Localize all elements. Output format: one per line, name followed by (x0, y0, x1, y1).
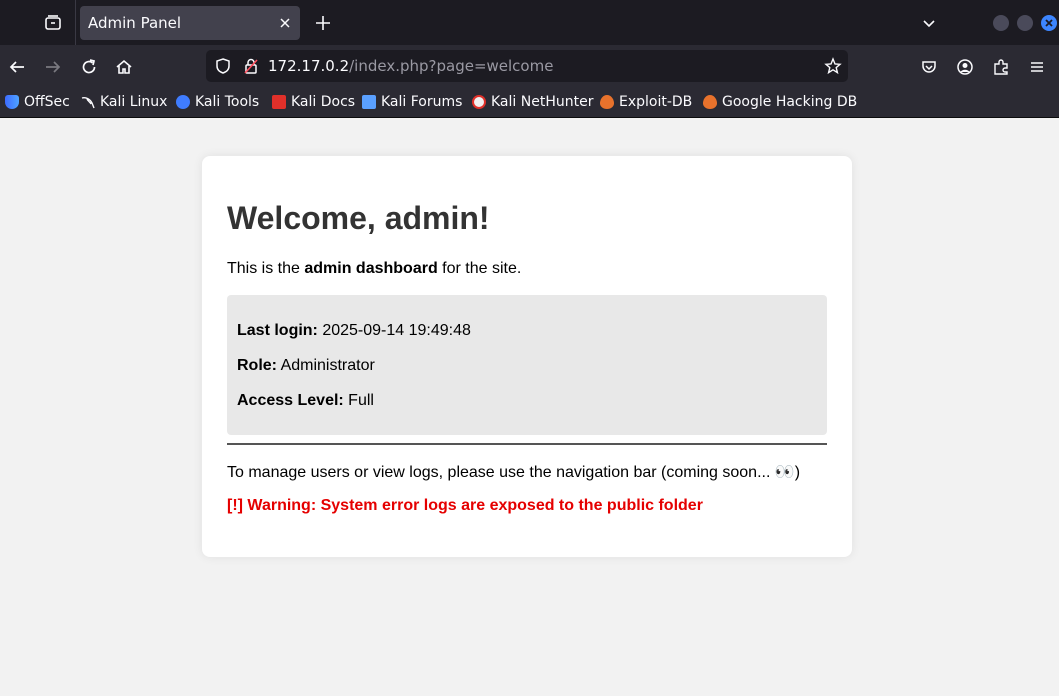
kali-forums-icon (362, 95, 376, 109)
arrow-left-icon (9, 61, 24, 73)
bookmark-kali-tools[interactable]: Kali Tools (176, 94, 259, 110)
tab-divider (75, 0, 76, 45)
hamburger-menu-icon (1031, 62, 1043, 72)
tab-bar: Admin Panel (0, 0, 1059, 45)
bookmark-kali-linux[interactable]: Kali Linux (81, 94, 167, 110)
bookmark-exploit-db[interactable]: Exploit-DB (600, 94, 692, 110)
url-bar[interactable]: 172.17.0.2/index.php?page=welcome (206, 50, 848, 82)
bookmark-label: Kali Linux (100, 94, 168, 110)
bookmark-label: Kali Docs (291, 94, 356, 110)
close-icon (280, 18, 290, 28)
warning-message: [!] Warning: System error logs are expos… (227, 497, 703, 514)
role-value: Administrator (277, 357, 375, 374)
ghdb-icon (703, 95, 717, 109)
plus-icon (316, 16, 330, 30)
intro-prefix: This is the (227, 260, 305, 277)
chevron-down-icon (923, 20, 935, 28)
minimize-button[interactable] (993, 15, 1009, 31)
access-level-value: Full (343, 392, 374, 409)
bookmark-label: Google Hacking DB (722, 94, 858, 110)
last-login-label: Last login: (237, 322, 318, 339)
bookmark-kali-nethunter[interactable]: Kali NetHunter (472, 94, 593, 110)
arrow-right-icon (46, 61, 61, 73)
window-close-button[interactable] (1041, 15, 1057, 31)
access-level-label: Access Level: (237, 392, 344, 409)
manage-instructions: To manage users or view logs, please use… (227, 464, 801, 481)
nethunter-icon (472, 95, 486, 109)
firefox-view-icon (45, 15, 61, 30)
account-button[interactable] (952, 54, 978, 80)
tab-admin-panel[interactable]: Admin Panel (80, 6, 300, 40)
last-login-value: 2025-09-14 19:49:48 (317, 322, 471, 339)
pocket-icon (922, 61, 936, 73)
extensions-button[interactable] (988, 54, 1014, 80)
intro-suffix: for the site. (437, 260, 522, 277)
role-row: Role: Administrator (237, 357, 375, 375)
bookmark-label: Kali Tools (195, 94, 260, 110)
reload-icon (82, 59, 96, 74)
site-info-button[interactable] (242, 57, 260, 80)
exploit-db-icon (600, 95, 614, 109)
bookmark-ghdb[interactable]: Google Hacking DB (703, 94, 857, 110)
kali-docs-icon (272, 95, 286, 109)
bookmark-star-button[interactable] (824, 57, 842, 80)
account-icon (957, 59, 973, 75)
bookmark-kali-forums[interactable]: Kali Forums (362, 94, 462, 110)
star-icon (824, 57, 842, 75)
kali-dragon-icon (81, 97, 95, 109)
page-title: Welcome, admin! (227, 200, 490, 236)
reload-button[interactable] (76, 54, 102, 80)
bookmark-label: OffSec (24, 94, 70, 110)
home-icon (116, 59, 132, 74)
url-host: 172.17.0.2 (268, 57, 350, 75)
bookmark-offsec[interactable]: OffSec (5, 94, 70, 110)
offsec-icon (5, 95, 19, 109)
app-menu-button[interactable] (1024, 54, 1050, 80)
kali-tools-icon (176, 95, 190, 109)
bookmarks-toolbar: OffSec Kali Linux Kali Tools Kali Docs K… (0, 88, 1059, 118)
close-icon (1045, 19, 1053, 27)
shield-icon (216, 58, 230, 74)
forward-button[interactable] (40, 54, 66, 80)
list-all-tabs-button[interactable] (918, 12, 940, 34)
insecure-lock-icon (244, 58, 258, 74)
url-text[interactable]: 172.17.0.2/index.php?page=welcome (268, 57, 553, 75)
url-path: /index.php?page=welcome (349, 57, 554, 75)
browser-chrome: Admin Panel 172.17.0.2/index.php?page=we… (0, 0, 1059, 118)
role-label: Role: (237, 357, 277, 374)
bookmark-label: Exploit-DB (619, 94, 693, 110)
puzzle-icon (994, 59, 1008, 75)
access-level-row: Access Level: Full (237, 392, 374, 410)
new-tab-button[interactable] (312, 12, 334, 34)
home-button[interactable] (111, 54, 137, 80)
welcome-card: Welcome, admin! This is the admin dashbo… (202, 156, 852, 557)
tab-close-button[interactable] (276, 14, 294, 32)
intro-text: This is the admin dashboard for the site… (227, 260, 521, 278)
intro-bold: admin dashboard (304, 260, 438, 277)
divider (227, 443, 827, 445)
bookmark-label: Kali Forums (381, 94, 463, 110)
tracking-protection-button[interactable] (214, 57, 232, 80)
tab-title: Admin Panel (88, 14, 182, 32)
bookmark-kali-docs[interactable]: Kali Docs (272, 94, 355, 110)
navigation-toolbar: 172.17.0.2/index.php?page=welcome (0, 45, 1059, 88)
firefox-view-button[interactable] (40, 10, 66, 36)
back-button[interactable] (4, 54, 30, 80)
account-info-box: Last login: 2025-09-14 19:49:48 Role: Ad… (227, 295, 827, 435)
bookmark-label: Kali NetHunter (491, 94, 594, 110)
maximize-button[interactable] (1017, 15, 1033, 31)
pocket-button[interactable] (916, 54, 942, 80)
last-login-row: Last login: 2025-09-14 19:49:48 (237, 322, 471, 340)
